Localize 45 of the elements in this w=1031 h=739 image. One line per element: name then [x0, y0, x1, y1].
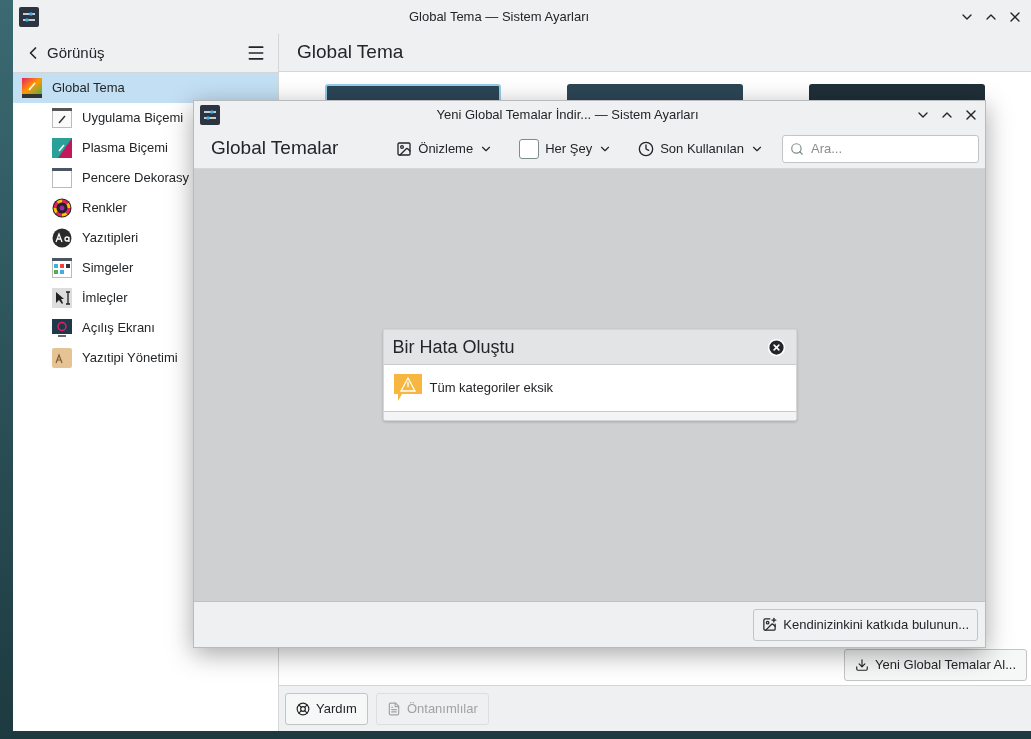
font-icon — [52, 228, 72, 248]
dialog-title: Yeni Global Temalar İndir... — Sistem Ayarları — [435, 106, 700, 125]
help-button[interactable]: Yardım — [285, 692, 368, 725]
download-icon — [855, 658, 870, 672]
window-title: Global Tema — Sistem Ayarları — [407, 8, 591, 27]
cursor-icon — [52, 288, 72, 308]
plasma-style-icon — [52, 138, 72, 158]
menu-icon[interactable] — [246, 43, 266, 63]
image-icon — [396, 140, 413, 157]
error-message: Tüm kategoriler eksik — [429, 379, 554, 398]
sidebar-item[interactable]: Renkler — [13, 193, 278, 223]
warning-icon — [393, 374, 422, 402]
window-icon — [52, 168, 72, 188]
sidebar-item[interactable]: Pencere Dekorasy — [13, 163, 278, 193]
color-wheel-icon — [52, 198, 72, 218]
close-icon[interactable] — [766, 337, 786, 357]
square-icon — [519, 138, 540, 159]
contribute-button[interactable]: Kendinizinkini katkıda bulunun... — [753, 608, 978, 641]
image-upload-icon — [762, 617, 778, 632]
settings-app-icon — [200, 105, 220, 125]
palette-brush-icon — [22, 78, 42, 98]
error-title: Bir Hata Oluştu — [392, 335, 516, 359]
window-brush-icon — [52, 108, 72, 128]
search-icon — [790, 141, 804, 156]
icon-grid-icon — [52, 258, 72, 278]
sidebar-item[interactable]: Uygulama Biçemi — [13, 103, 278, 133]
dialog-heading: Global Temalar — [211, 136, 340, 161]
sort-dropdown[interactable]: Son Kullanılan — [634, 138, 768, 159]
clock-icon — [638, 140, 655, 157]
sidebar-item[interactable]: Simgeler — [13, 253, 278, 283]
get-new-themes-button[interactable]: Yeni Global Temalar Al... — [844, 649, 1027, 681]
filter-dropdown[interactable]: Her Şey — [515, 138, 617, 159]
sidebar-item[interactable]: Yazıtipleri — [13, 223, 278, 253]
page-title: Global Tema — [297, 40, 404, 65]
monitor-icon — [52, 318, 72, 338]
sidebar-item[interactable]: Yazıtipi Yönetimi — [13, 343, 278, 373]
font-package-icon — [52, 348, 72, 368]
sidebar-item[interactable]: İmleçler — [13, 283, 278, 313]
document-icon — [386, 701, 401, 716]
sidebar-item[interactable]: Açılış Ekranı — [13, 313, 278, 343]
sidebar-item[interactable]: Global Tema — [13, 73, 278, 103]
settings-app-icon — [19, 7, 39, 27]
search-field[interactable]: Ara... — [782, 134, 979, 163]
view-mode-dropdown[interactable]: Önizleme — [392, 138, 498, 159]
lifebuoy-icon — [296, 701, 310, 716]
